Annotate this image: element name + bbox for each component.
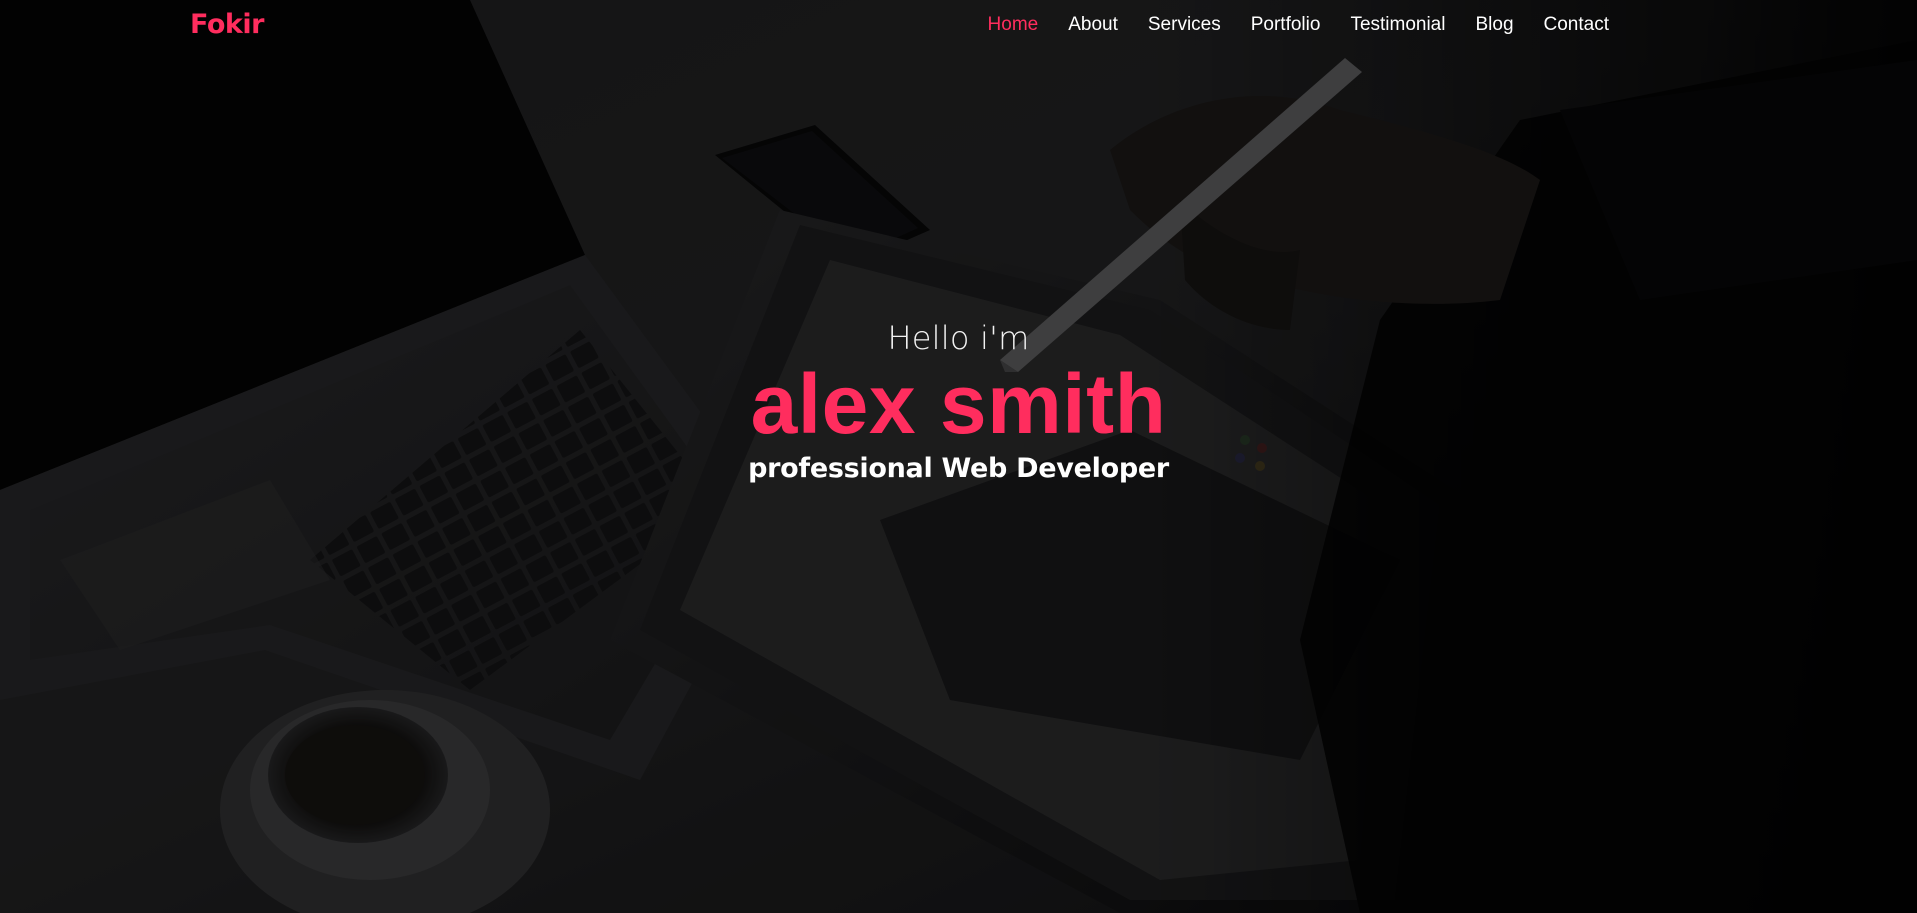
nav-link-services[interactable]: Services xyxy=(1148,14,1221,36)
hero-content: Hello i'm alex smith professional Web De… xyxy=(0,318,1917,486)
brand-logo[interactable]: Fokir xyxy=(190,9,264,40)
nav-link-about[interactable]: About xyxy=(1068,14,1118,36)
hero-section: Fokir Home About Services Portfolio Test… xyxy=(0,0,1917,913)
nav-link-portfolio[interactable]: Portfolio xyxy=(1251,14,1321,36)
nav-link-contact[interactable]: Contact xyxy=(1544,14,1609,36)
navbar: Fokir Home About Services Portfolio Test… xyxy=(0,0,1917,52)
hero-name: alex smith xyxy=(750,357,1167,451)
nav-menu: Home About Services Portfolio Testimonia… xyxy=(988,14,1609,36)
hero-greeting: Hello i'm xyxy=(887,319,1030,357)
nav-link-blog[interactable]: Blog xyxy=(1475,14,1513,36)
nav-link-testimonial[interactable]: Testimonial xyxy=(1350,14,1445,36)
nav-link-home[interactable]: Home xyxy=(988,14,1039,36)
hero-role: professional Web Developer xyxy=(748,453,1169,484)
